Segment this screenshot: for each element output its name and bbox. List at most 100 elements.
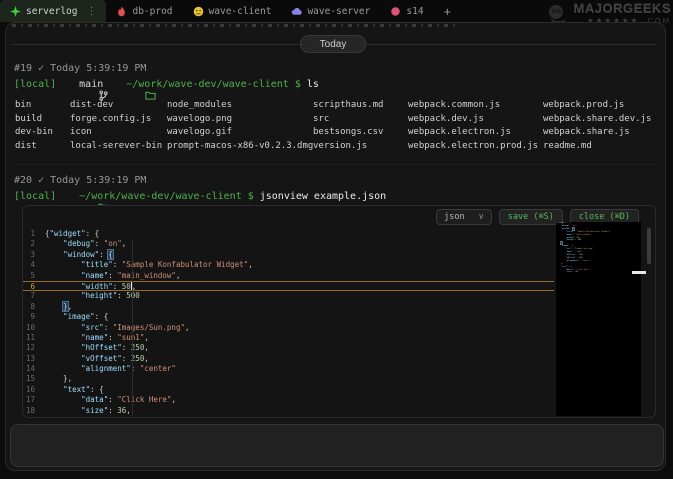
editor-line-6[interactable]: 6 "width": 50, [23,281,554,291]
flame-icon [116,6,127,17]
code-text: "image": { [45,312,108,322]
file-name: wavelogo.png [167,113,313,127]
editor-line-8[interactable]: 8 }, [23,302,554,312]
tab-label: db-prod [132,6,172,17]
line-number: 8 [23,302,45,312]
line-number: 18 [23,406,45,416]
editor-line-7[interactable]: 7 "height": 500 [23,291,554,301]
code-text: "name": "sun1", [45,333,149,343]
block-divider [12,164,657,165]
line-number: 7 [23,291,45,301]
line-number: 17 [23,395,45,405]
file-name: bestsongs.csv [313,126,408,140]
file-name: webpack.dev.js [408,113,543,127]
file-name: webpack.common.js [408,99,543,113]
editor-line-15[interactable]: 15 }, [23,374,554,384]
file-name: dist-dev [70,99,167,113]
ls-column: dist-devforge.config.jsiconlocal-serever… [70,99,167,153]
dot-icon [390,6,401,17]
file-name: version.js [313,140,408,154]
code-text: "debug": "on", [45,239,126,249]
code-text: "width": 50, [45,282,136,290]
prompt-branch: main [79,79,103,90]
command-block-20-header: #20 ✓ Today 5:39:19 PM [14,175,146,186]
language-mode-value: json [444,212,464,222]
ls-column: webpack.common.jswebpack.dev.jswebpack.e… [408,99,543,153]
prompt-host: [local] [14,191,56,202]
file-name: webpack.electron.js [408,126,543,140]
file-name: scripthaus.md [313,99,408,113]
editor-line-14[interactable]: 14 "alignment": "center" [23,364,554,374]
line-number: 6 [23,282,45,290]
editor-line-11[interactable]: 11 "name": "sun1", [23,333,554,343]
folder-icon [109,79,120,90]
tab-db-prod[interactable]: db-prod [106,0,182,22]
tab-label: s14 [406,6,423,17]
line-number: 12 [23,343,45,353]
prompt-dollar: $ [295,79,301,90]
minimap-cursor-marker [632,271,646,274]
code-text: "title": "Sample Konfabulator Widget", [45,260,253,270]
editor-line-1[interactable]: 1{"widget": { [23,229,554,239]
tab-serverlog[interactable]: serverlog⋮ [0,0,106,22]
code-text: {"widget": { [45,229,99,239]
json-editor[interactable]: 1{"widget": {2 "debug": "on",3 "window":… [23,229,554,417]
file-name: forge.config.js [70,113,167,127]
file-name: bin [15,99,70,113]
editor-line-12[interactable]: 12 "hOffset": 250, [23,343,554,353]
code-text: "data": "Click Here", [45,395,176,405]
tab-wave-client[interactable]: wave-client [183,0,282,22]
file-name: build [15,113,70,127]
ls-column: node_moduleswavelogo.pngwavelogo.gifprom… [167,99,313,153]
editor-line-16[interactable]: 16 "text": { [23,385,554,395]
save-button[interactable]: save (⌘S) [499,209,563,225]
prompt-path: ~/work/wave-dev/wave-client [79,191,242,202]
file-name: webpack.electron.prod.js [408,140,543,154]
editor-scrollbar[interactable] [647,228,651,264]
code-text: }, [45,374,72,384]
code-text: "text": { [45,385,104,395]
editor-line-5[interactable]: 5 "name": "main_window", [23,271,554,281]
line-number: 3 [23,250,45,260]
editor-line-17[interactable]: 17 "data": "Click Here", [23,395,554,405]
editor-minimap[interactable]: {"widget": { "debug": "on", "window": { … [556,222,641,416]
editor-line-2[interactable]: 2 "debug": "on", [23,239,554,249]
file-name: prompt-macos-x86-v0.2.3.dmg [167,140,313,154]
git-branch-icon [62,79,73,90]
file-name: icon [70,126,167,140]
language-mode-select[interactable]: json ∨ [436,209,492,225]
editor-line-4[interactable]: 4 "title": "Sample Konfabulator Widget", [23,260,554,270]
tab-label: wave-client [209,6,272,17]
editor-line-9[interactable]: 9 "image": { [23,312,554,322]
command-input-box[interactable]: [local] main ~/work/prompt-dev/prompt-cl… [10,424,664,467]
add-tab-button[interactable]: + [436,0,460,22]
file-name: dist [15,140,70,154]
code-text: "alignment": "center" [45,364,176,374]
code-text: }, [45,302,72,312]
tab-wave-server[interactable]: wave-server [281,0,380,22]
tab-menu-icon[interactable]: ⋮ [86,6,96,17]
editor-line-10[interactable]: 10 "src": "Images/Sun.png", [23,323,554,333]
code-text: "src": "Images/Sun.png", [45,323,190,333]
prompt-path: ~/work/wave-dev/wave-client [126,79,289,90]
code-text: "window": { [45,250,113,260]
file-name: wavelogo.gif [167,126,313,140]
ls-output: binbuilddev-bindistdist-devforge.config.… [15,99,663,153]
line-number: 11 [23,333,45,343]
success-check-icon: ✓ [38,175,44,186]
ls-column: binbuilddev-bindist [15,99,70,153]
line-number: 1 [23,229,45,239]
indent-guide [132,240,133,416]
line-number: 10 [23,323,45,333]
file-name: local-serever-bin [70,140,167,154]
clipped-scrollback-line [12,24,457,27]
command-block-19-prompt: [local] main ~/work/wave-dev/wave-client… [14,79,319,90]
tab-s14[interactable]: s14 [380,0,433,22]
editor-line-13[interactable]: 13 "vOffset": 250, [23,354,554,364]
editor-line-3[interactable]: 3 "window": { [23,250,554,260]
editor-line-18[interactable]: 18 "size": 36, [23,406,554,416]
tab-label: wave-server [307,6,370,17]
file-name: dev-bin [15,126,70,140]
code-text: "name": "main_window", [45,271,180,281]
code-text: "size": 36, [45,406,131,416]
